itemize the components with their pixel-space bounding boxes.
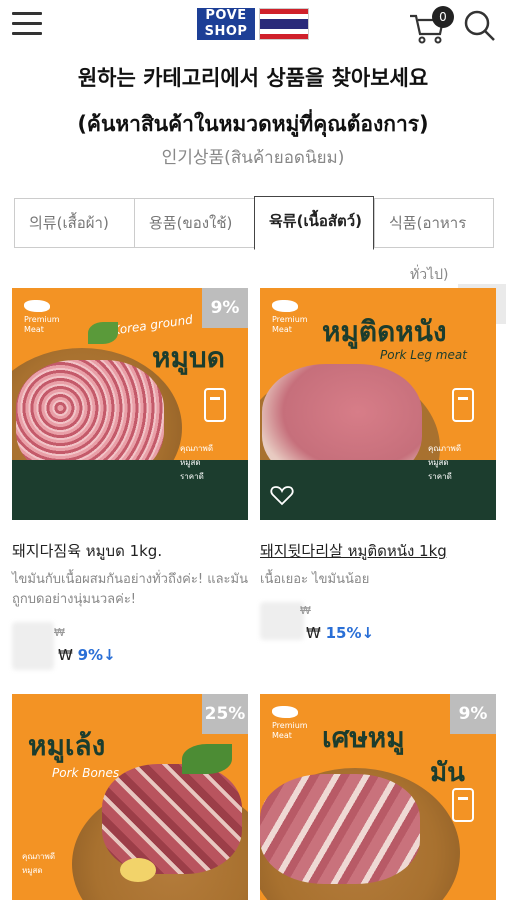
tab-food[interactable]: 식품(อาหาร	[374, 198, 494, 248]
product-name[interactable]: 돼지뒷다리살 หมูติดหนัง 1kg	[260, 540, 447, 562]
sale-price: ₩ 9%↓	[58, 646, 116, 664]
sale-price-currency: ₩	[306, 624, 321, 642]
search-button[interactable]	[462, 8, 498, 44]
discount-percent: 15%↓	[325, 624, 375, 642]
feature-list: คุณภาพดี หมูสด	[22, 850, 55, 878]
search-icon	[464, 10, 495, 41]
thailand-flag-icon	[259, 8, 309, 40]
product-image-english-text: Korea ground	[111, 312, 194, 338]
phone-icon	[452, 388, 474, 422]
feature-quality: คุณภาพดี	[180, 444, 214, 453]
original-price: ₩	[300, 604, 311, 617]
lemon-image	[120, 858, 156, 882]
product-description: ไขมันกับเนื้อผสมกันอย่างทั่วถึงค่ะ! และม…	[12, 572, 248, 607]
page-title: 원하는 카테고리에서 상품을 찾아보세요	[77, 66, 429, 90]
pork-bones-image	[102, 764, 242, 874]
logo-line-1: POVE	[197, 8, 255, 24]
page-subtitle: (ค้นหาสินค้าในหมวดหมู่ที่คุณต้องการ)	[77, 112, 429, 136]
brand-mark: Premium Meat	[272, 300, 308, 335]
logo-line-2: SHOP	[197, 24, 255, 40]
discount-badge: 9%	[202, 288, 248, 328]
feature-fresh: หมูสด	[180, 458, 201, 467]
tab-meat[interactable]: 육류(เนื้อสัตว์)	[254, 196, 374, 250]
popular-products-label: 인기상품(สินค้ายอดนิยม)	[161, 148, 345, 168]
product-image-thai-title-2: มัน	[430, 758, 465, 788]
tab-goods[interactable]: 용품(ของใช้)	[134, 198, 256, 248]
feature-quality: คุณภาพดี	[428, 444, 462, 453]
product-image-pork-leg[interactable]: Premium Meat หมูติดหนัง Pork Leg meat คุณ…	[260, 288, 496, 520]
category-tabs: 의류(เสื้อผ้า) 용품(ของใช้) 육류(เนื้อสัตว์) 식…	[12, 196, 506, 252]
feature-fresh: หมูสด	[428, 458, 449, 467]
feature-fresh: หมูสด	[22, 866, 43, 875]
sale-price-currency: ₩	[58, 646, 73, 664]
brand-mark: Premium Meat	[24, 300, 60, 335]
heart-icon[interactable]	[270, 484, 294, 506]
pork-scraps-image	[260, 774, 420, 884]
price-blur	[12, 622, 54, 670]
discount-percent: 9%↓	[77, 646, 116, 664]
product-image-thai-title: เศษหมู	[322, 721, 405, 754]
tab-clothing[interactable]: 의류(เสื้อผ้า)	[14, 198, 136, 248]
feature-list: คุณภาพดี หมูสด ราคาดี	[180, 442, 213, 484]
app-header: POVE SHOP 0	[0, 0, 506, 52]
discount-badge: 9%	[450, 694, 496, 734]
cart-button[interactable]: 0	[408, 6, 454, 46]
leaf-icon	[182, 744, 232, 774]
leaf-icon	[88, 322, 118, 344]
product-name[interactable]: 돼지다짐육 หมูบด 1kg.	[12, 540, 162, 562]
product-image-ground-pork[interactable]: Premium Meat Korea ground หมูบด คุณภาพดี …	[12, 288, 248, 520]
original-price: ₩	[54, 626, 65, 639]
tab-food-label-wrap: ทั่วไป)	[410, 267, 449, 283]
phone-icon	[452, 788, 474, 822]
feature-price: ราคาดี	[428, 472, 452, 481]
pove-shop-logo[interactable]: POVE SHOP	[197, 8, 309, 40]
feature-price: ราคาดี	[180, 472, 204, 481]
cart-count-badge: 0	[432, 6, 454, 28]
logo-text: POVE SHOP	[197, 8, 255, 40]
product-image-thai-title: หมูบด	[152, 341, 225, 374]
product-image-pork-fat-scraps[interactable]: Premium Meat เศษหมู มัน 9%	[260, 694, 496, 900]
feature-quality: คุณภาพดี	[22, 852, 56, 861]
sale-price: ₩ 15%↓	[306, 624, 374, 642]
product-image-english-text: Pork Leg meat	[380, 348, 467, 362]
brand-mark: Premium Meat	[272, 706, 308, 741]
hamburger-menu-icon[interactable]	[12, 10, 44, 38]
product-image-thai-title: หมูเล้ง	[28, 729, 106, 762]
product-description: เนื้อเยอะ ไขมันน้อย	[260, 572, 370, 587]
discount-badge: 25%	[202, 694, 248, 734]
feature-list: คุณภาพดี หมูสด ราคาดี	[428, 442, 461, 484]
product-image-english-text: Pork Bones	[52, 766, 120, 780]
phone-icon	[204, 388, 226, 422]
price-blur	[260, 602, 304, 640]
product-image-pork-bones[interactable]: หมูเล้ง Pork Bones คุณภาพดี หมูสด 25%	[12, 694, 248, 900]
